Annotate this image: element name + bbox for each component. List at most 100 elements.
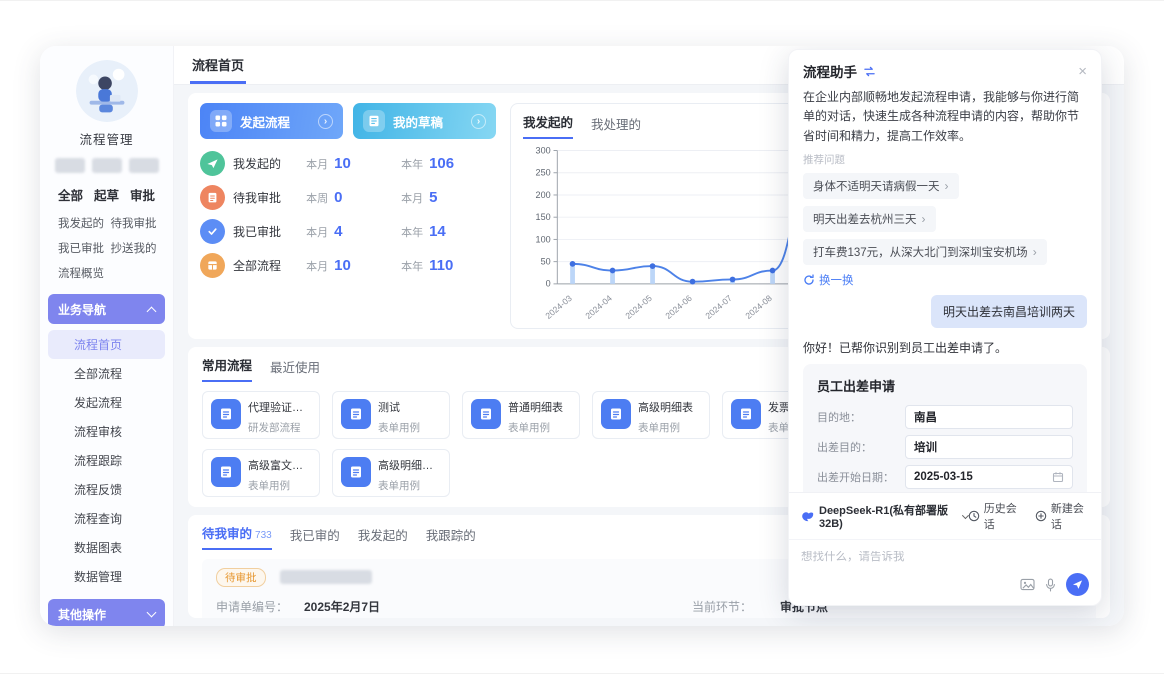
tab-approve[interactable]: 审批 xyxy=(130,185,155,204)
overview-left: 发起流程 › 我的草稿 › xyxy=(200,103,496,329)
process-card-grid: 代理验证测试与说明研发部流程 测试表单用例 普通明细表表单用例 高级明细表表单用… xyxy=(202,391,882,497)
process-card[interactable]: 测试表单用例 xyxy=(332,391,450,439)
sidebar-item-process-review[interactable]: 流程审核 xyxy=(48,417,165,446)
svg-text:200: 200 xyxy=(536,190,551,200)
process-card[interactable]: 普通明细表表单用例 xyxy=(462,391,580,439)
process-card[interactable]: 高级明细数据填充表单用例 xyxy=(332,449,450,497)
sidebar-item-launch-process[interactable]: 发起流程 xyxy=(48,388,165,417)
stat-row-initiated: 我发起的 本月10 本年106 xyxy=(200,150,496,177)
process-title: 高级明细表 xyxy=(638,399,693,415)
process-subtitle: 表单用例 xyxy=(378,478,441,493)
process-subtitle: 表单用例 xyxy=(248,478,311,493)
sidebar-item-data-charts[interactable]: 数据图表 xyxy=(48,533,165,562)
start-date-input[interactable]: 2025-03-15 xyxy=(905,465,1073,489)
stat-label: 我已审批 xyxy=(233,223,306,240)
process-card[interactable]: 代理验证测试与说明研发部流程 xyxy=(202,391,320,439)
field-value: 南昌 xyxy=(914,409,937,425)
stats-list: 我发起的 本月10 本年106 待我审批 本周0 本月5 我已审批 xyxy=(200,150,496,279)
field-label: 申请单编号： xyxy=(216,598,304,615)
assistant-body: 在企业内部顺畅地发起流程申请，我能够与你进行简单的对话，快速生成各种流程申请的内… xyxy=(789,86,1101,492)
sidebar-item-process-home[interactable]: 流程首页 xyxy=(48,330,165,359)
chart-tab-my-handled[interactable]: 我处理的 xyxy=(591,114,641,139)
tab-my-tracked[interactable]: 我跟踪的 xyxy=(426,525,476,550)
session-actions: 历史会话 新建会话 xyxy=(968,500,1089,532)
tab-my-reviewed[interactable]: 我已审的 xyxy=(290,525,340,550)
link-pending-review[interactable]: 待我审批 xyxy=(111,215,164,231)
stat-label: 我发起的 xyxy=(233,155,306,172)
trip-purpose-input[interactable]: 培训 xyxy=(905,435,1073,459)
new-session-button[interactable]: 新建会话 xyxy=(1035,500,1089,532)
process-doc-icon xyxy=(731,399,761,429)
destination-input[interactable]: 南昌 xyxy=(905,405,1073,429)
chat-input-area xyxy=(789,540,1101,605)
user-message-bubble: 明天出差去南昌培训两天 xyxy=(931,295,1087,328)
sidebar-item-all-processes[interactable]: 全部流程 xyxy=(48,359,165,388)
arrow-circle-icon: › xyxy=(471,114,486,129)
process-subtitle: 研发部流程 xyxy=(248,420,311,435)
process-doc-icon xyxy=(211,457,241,487)
suggestion-chip[interactable]: 打车费137元，从深大北门到深圳宝安机场› xyxy=(803,239,1047,265)
svg-text:300: 300 xyxy=(536,145,551,155)
tab-common-processes[interactable]: 常用流程 xyxy=(202,355,252,382)
field-label: 当前环节： xyxy=(692,598,780,615)
process-doc-icon xyxy=(601,399,631,429)
tab-pending-my-review[interactable]: 待我审的733 xyxy=(202,523,272,550)
sidebar-item-process-query[interactable]: 流程查询 xyxy=(48,504,165,533)
chevron-down-icon xyxy=(147,608,157,618)
tab-my-initiated[interactable]: 我发起的 xyxy=(358,525,408,550)
chart-tab-my-initiated[interactable]: 我发起的 xyxy=(523,112,573,139)
stat-period: 本月 xyxy=(306,258,328,274)
link-my-initiated[interactable]: 我发起的 xyxy=(58,215,111,231)
suggestions-label: 推荐问题 xyxy=(803,152,1087,167)
sidebar-item-process-tracking[interactable]: 流程跟踪 xyxy=(48,446,165,475)
tab-draft[interactable]: 起草 xyxy=(94,185,119,204)
send-button[interactable] xyxy=(1066,573,1089,596)
tab-all[interactable]: 全部 xyxy=(58,185,83,204)
nav-group-other[interactable]: 其他操作 xyxy=(48,599,165,626)
redacted-text xyxy=(280,570,372,584)
link-reviewed[interactable]: 我已审批 xyxy=(58,240,111,256)
refresh-suggestions-button[interactable]: 换一换 xyxy=(803,272,854,288)
link-process-overview[interactable]: 流程概览 xyxy=(58,265,111,281)
process-card[interactable]: 高级明细表表单用例 xyxy=(592,391,710,439)
sidebar-item-process-feedback[interactable]: 流程反馈 xyxy=(48,475,165,504)
document-icon xyxy=(363,110,385,132)
new-session-label: 新建会话 xyxy=(1051,500,1089,532)
svg-text:2024-03: 2024-03 xyxy=(543,293,574,321)
clipboard-icon xyxy=(200,185,225,210)
link-cc-me[interactable]: 抄送我的 xyxy=(111,240,164,256)
tab-recently-used[interactable]: 最近使用 xyxy=(270,357,320,382)
nav-group-business[interactable]: 业务导航 xyxy=(48,294,165,324)
suggestion-chip[interactable]: 身体不适明天请病假一天› xyxy=(803,173,959,199)
image-icon[interactable] xyxy=(1020,578,1035,591)
launch-process-button[interactable]: 发起流程 › xyxy=(200,103,343,139)
tab-label: 待我审的 xyxy=(202,527,252,541)
close-icon[interactable]: × xyxy=(1078,64,1087,79)
svg-text:2024-07: 2024-07 xyxy=(703,293,734,321)
app-title: 流程管理 xyxy=(48,129,165,148)
field-value: 培训 xyxy=(914,439,937,455)
process-doc-icon xyxy=(211,399,241,429)
swap-arrows-icon xyxy=(863,66,876,77)
chat-input[interactable] xyxy=(801,551,1089,563)
stat-label: 全部流程 xyxy=(233,257,306,274)
microphone-icon[interactable] xyxy=(1045,578,1056,592)
suggestion-text: 打车费137元，从深大北门到深圳宝安机场 xyxy=(813,244,1028,260)
suggestion-text: 明天出差去杭州三天 xyxy=(813,211,917,227)
suggestion-chip[interactable]: 明天出差去杭州三天› xyxy=(803,206,936,232)
my-drafts-button[interactable]: 我的草稿 › xyxy=(353,103,496,139)
user-message-row: 明天出差去南昌培训两天 xyxy=(803,295,1087,328)
tab-process-home[interactable]: 流程首页 xyxy=(190,55,246,84)
stat-period: 本月 xyxy=(306,156,328,172)
process-card[interactable]: 高级富文本传出表单用例 xyxy=(202,449,320,497)
sidebar-item-data-management[interactable]: 数据管理 xyxy=(48,562,165,591)
svg-text:0: 0 xyxy=(546,279,551,289)
stat-period: 本年 xyxy=(401,258,423,274)
model-selector[interactable]: DeepSeek-R1(私有部署版32B) xyxy=(801,502,968,530)
refresh-icon xyxy=(803,274,815,286)
stat-row-reviewed: 我已审批 本月4 本年14 xyxy=(200,218,496,245)
avatar xyxy=(76,60,138,122)
model-row: DeepSeek-R1(私有部署版32B) 历史会话 新建会话 xyxy=(789,493,1101,540)
history-sessions-button[interactable]: 历史会话 xyxy=(968,500,1022,532)
nav-group-other-label: 其他操作 xyxy=(58,606,106,623)
